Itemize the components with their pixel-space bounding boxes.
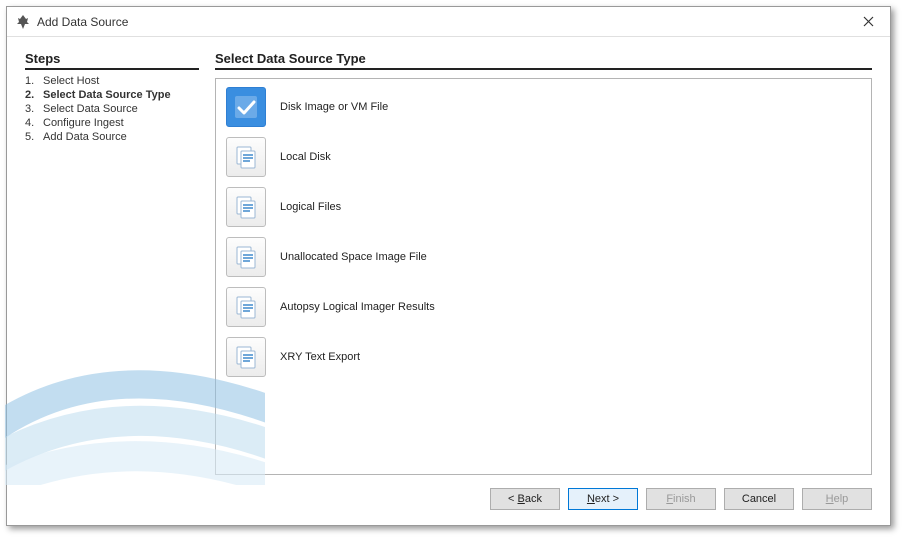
option-label: Disk Image or VM File xyxy=(280,101,388,113)
close-button[interactable] xyxy=(854,10,882,34)
data-source-type-list: Disk Image or VM File Local Disk Logical F… xyxy=(215,78,872,475)
app-icon xyxy=(15,14,31,30)
files-icon xyxy=(226,287,266,327)
data-source-option-xry[interactable]: XRY Text Export xyxy=(226,337,861,377)
data-source-option-local-disk[interactable]: Local Disk xyxy=(226,137,861,177)
step-item: 3.Select Data Source xyxy=(25,102,199,116)
main-panel: Select Data Source Type Disk Image or VM… xyxy=(215,51,872,475)
data-source-option-disk-image[interactable]: Disk Image or VM File xyxy=(226,87,861,127)
step-item: 1.Select Host xyxy=(25,74,199,88)
step-item: 5.Add Data Source xyxy=(25,130,199,144)
window-title: Add Data Source xyxy=(37,15,854,29)
step-item: 2.Select Data Source Type xyxy=(25,88,199,102)
files-icon xyxy=(226,237,266,277)
option-label: Unallocated Space Image File xyxy=(280,251,427,263)
wizard-footer: < Back Next > Finish Cancel Help xyxy=(7,481,890,525)
help-button[interactable]: Help xyxy=(802,488,872,510)
back-button[interactable]: < Back xyxy=(490,488,560,510)
step-number: 1. xyxy=(25,75,43,87)
option-label: Logical Files xyxy=(280,201,341,213)
option-label: Autopsy Logical Imager Results xyxy=(280,301,435,313)
steps-heading: Steps xyxy=(25,51,199,70)
option-label: Local Disk xyxy=(280,151,331,163)
next-button[interactable]: Next > xyxy=(568,488,638,510)
files-icon xyxy=(226,137,266,177)
step-label: Add Data Source xyxy=(43,131,127,143)
files-icon xyxy=(226,187,266,227)
checkmark-icon xyxy=(226,87,266,127)
finish-button[interactable]: Finish xyxy=(646,488,716,510)
main-heading: Select Data Source Type xyxy=(215,51,872,70)
step-number: 5. xyxy=(25,131,43,143)
step-label: Configure Ingest xyxy=(43,117,124,129)
step-number: 3. xyxy=(25,103,43,115)
step-number: 4. xyxy=(25,117,43,129)
files-icon xyxy=(226,337,266,377)
step-label: Select Data Source xyxy=(43,103,138,115)
data-source-option-unallocated[interactable]: Unallocated Space Image File xyxy=(226,237,861,277)
cancel-button[interactable]: Cancel xyxy=(724,488,794,510)
data-source-option-logical-files[interactable]: Logical Files xyxy=(226,187,861,227)
dialog-body: Steps 1.Select Host2.Select Data Source … xyxy=(7,37,890,481)
wizard-dialog: Add Data Source Steps 1.Select Host2.Sel… xyxy=(6,6,891,526)
titlebar: Add Data Source xyxy=(7,7,890,37)
option-label: XRY Text Export xyxy=(280,351,360,363)
step-item: 4.Configure Ingest xyxy=(25,116,199,130)
step-label: Select Data Source Type xyxy=(43,89,171,101)
steps-list: 1.Select Host2.Select Data Source Type3.… xyxy=(25,74,199,144)
data-source-option-autopsy-imager[interactable]: Autopsy Logical Imager Results xyxy=(226,287,861,327)
step-label: Select Host xyxy=(43,75,99,87)
steps-sidebar: Steps 1.Select Host2.Select Data Source … xyxy=(25,51,215,475)
step-number: 2. xyxy=(25,89,43,101)
